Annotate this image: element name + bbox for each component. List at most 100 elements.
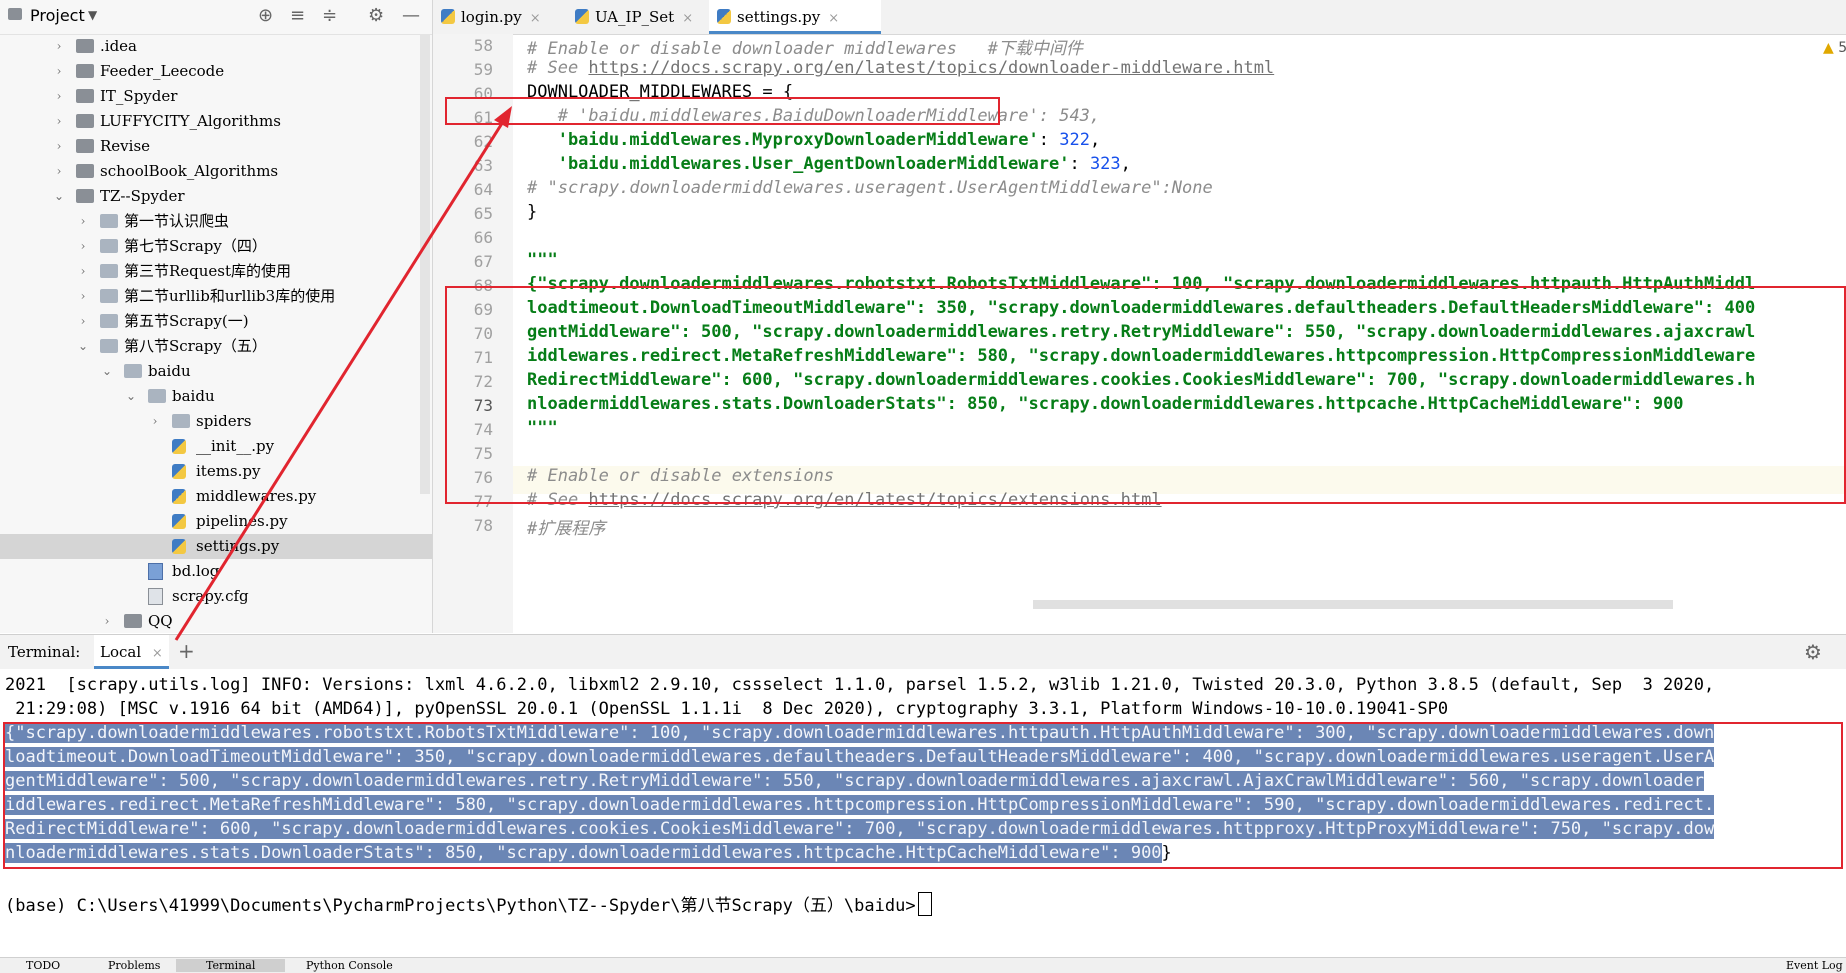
horizontal-scrollbar[interactable] (1033, 600, 1673, 609)
minimize-icon[interactable]: — (402, 5, 420, 26)
config-file-icon (148, 588, 163, 605)
project-title[interactable]: Project (30, 6, 85, 25)
line-number: 65 (473, 204, 493, 223)
chevron-right-icon[interactable]: › (100, 609, 114, 633)
python-file-icon (172, 539, 186, 554)
tree-item[interactable]: items.py (0, 459, 432, 484)
chevron-down-icon[interactable]: ⌄ (52, 184, 66, 209)
chevron-right-icon[interactable]: › (52, 109, 66, 134)
code-editor[interactable]: login.py × UA_IP_Set × settings.py × ▲ 56 ✔… (433, 0, 1846, 633)
tree-item[interactable]: ⌄ baidu (0, 384, 432, 409)
terminal-line: 2021 [scrapy.utils.log] INFO: Versions: … (5, 675, 1715, 695)
warning-count: 56 (1838, 40, 1846, 56)
todo-button[interactable]: TODO (26, 959, 60, 972)
chevron-right-icon[interactable]: › (52, 134, 66, 159)
terminal-output[interactable]: 2021 [scrapy.utils.log] INFO: Versions: … (0, 669, 1846, 957)
tree-item[interactable]: __init__.py (0, 434, 432, 459)
project-header: Project ▼ ⊕ ≡ ≑ ⚙ — (0, 0, 432, 35)
tree-item-label: .idea (100, 37, 137, 55)
tree-item[interactable]: › 第七节Scrapy（四） (0, 234, 432, 259)
collapse-all-icon[interactable]: ≑ (322, 5, 337, 26)
chevron-right-icon[interactable]: › (52, 34, 66, 59)
folder-icon (124, 614, 142, 628)
tree-item-label: QQ (148, 612, 173, 630)
tree-item[interactable]: ⌄ baidu (0, 359, 432, 384)
project-folder-icon (8, 8, 22, 20)
tree-item-label: settings.py (196, 537, 280, 555)
folder-icon (100, 339, 118, 353)
project-scrollbar[interactable] (420, 34, 430, 494)
gear-icon[interactable]: ⚙ (1804, 640, 1822, 664)
project-panel: Project ▼ ⊕ ≡ ≑ ⚙ — › .idea › Feeder_Leecod… (0, 0, 433, 633)
folder-icon (148, 389, 166, 403)
chevron-right-icon[interactable]: › (52, 84, 66, 109)
python-file-icon (717, 9, 731, 24)
line-number: 58 (473, 36, 493, 55)
tree-item[interactable]: bd.log (0, 559, 432, 584)
tree-item[interactable]: › Revise (0, 134, 432, 159)
folder-icon (100, 214, 118, 228)
inspection-widget[interactable]: ▲ 56 ✔ 52 ⌃ (1823, 40, 1846, 56)
tree-item[interactable]: middlewares.py (0, 484, 432, 509)
docs-link[interactable]: https://docs.scrapy.org/en/latest/topics… (588, 58, 1274, 78)
tree-item[interactable]: › 第一节认识爬虫 (0, 209, 432, 234)
problems-button[interactable]: Problems (108, 959, 160, 972)
terminal-header: Terminal: Local × + ⚙ (0, 634, 1846, 670)
terminal-prompt: (base) C:\Users\41999\Documents\PycharmP… (5, 896, 916, 916)
chevron-down-icon[interactable]: ⌄ (76, 334, 90, 359)
chevron-right-icon[interactable]: › (76, 234, 90, 259)
locate-icon[interactable]: ⊕ (258, 5, 273, 26)
chevron-down-icon[interactable]: ▼ (88, 8, 97, 22)
log-file-icon (148, 563, 163, 580)
editor-tabs: login.py × UA_IP_Set × settings.py × (433, 0, 1846, 35)
line-number: 62 (473, 132, 493, 151)
close-icon[interactable]: × (530, 11, 541, 26)
chevron-down-icon[interactable]: ⌄ (124, 384, 138, 409)
chevron-right-icon[interactable]: › (148, 409, 162, 434)
tree-item[interactable]: settings.py (0, 534, 432, 559)
terminal-button[interactable]: Terminal (176, 959, 286, 972)
tree-item[interactable]: › 第五节Scrapy(一) (0, 309, 432, 334)
terminal-tab-label: Local (100, 643, 142, 661)
close-icon[interactable]: × (682, 11, 693, 26)
tab-settings-py[interactable]: settings.py × (709, 0, 881, 34)
tree-item[interactable]: › QQ (0, 609, 432, 633)
tree-item[interactable]: › schoolBook_Algorithms (0, 159, 432, 184)
expand-all-icon[interactable]: ≡ (290, 5, 305, 26)
annotation-box-middlewares-decl (445, 97, 1000, 125)
folder-icon (76, 64, 94, 78)
tree-item[interactable]: scrapy.cfg (0, 584, 432, 609)
tree-item[interactable]: › IT_Spyder (0, 84, 432, 109)
python-file-icon (172, 514, 186, 529)
chevron-right-icon[interactable]: › (52, 159, 66, 184)
python-file-icon (441, 9, 455, 24)
python-file-icon (172, 464, 186, 479)
tree-item[interactable]: › .idea (0, 34, 432, 59)
tree-item-label: 第五节Scrapy(一) (124, 312, 249, 330)
tree-item[interactable]: › 第三节Request库的使用 (0, 259, 432, 284)
terminal-tab-local[interactable]: Local × (94, 635, 169, 669)
add-terminal-icon[interactable]: + (178, 639, 195, 663)
chevron-down-icon[interactable]: ⌄ (100, 359, 114, 384)
tree-item[interactable]: › LUFFYCITY_Algorithms (0, 109, 432, 134)
tree-item-label: baidu (148, 362, 191, 380)
tree-item[interactable]: pipelines.py (0, 509, 432, 534)
tree-item[interactable]: › spiders (0, 409, 432, 434)
tree-item[interactable]: ⌄ TZ--Spyder (0, 184, 432, 209)
event-log-button[interactable]: Event Log (1786, 959, 1843, 972)
chevron-right-icon[interactable]: › (52, 59, 66, 84)
chevron-right-icon[interactable]: › (76, 309, 90, 334)
tree-item[interactable]: › Feeder_Leecode (0, 59, 432, 84)
chevron-right-icon[interactable]: › (76, 259, 90, 284)
tree-item[interactable]: ⌄ 第八节Scrapy（五） (0, 334, 432, 359)
close-icon[interactable]: × (152, 646, 163, 661)
chevron-right-icon[interactable]: › (76, 284, 90, 309)
tree-item-label: __init__.py (196, 437, 275, 455)
tree-item[interactable]: › 第二节urllib和urllib3库的使用 (0, 284, 432, 309)
python-console-button[interactable]: Python Console (306, 959, 393, 972)
terminal-prompt-line[interactable]: (base) C:\Users\41999\Documents\PycharmP… (5, 891, 932, 916)
code-line-67: """ (527, 250, 558, 270)
chevron-right-icon[interactable]: › (76, 209, 90, 234)
close-icon[interactable]: × (828, 11, 839, 26)
gear-icon[interactable]: ⚙ (368, 5, 384, 26)
